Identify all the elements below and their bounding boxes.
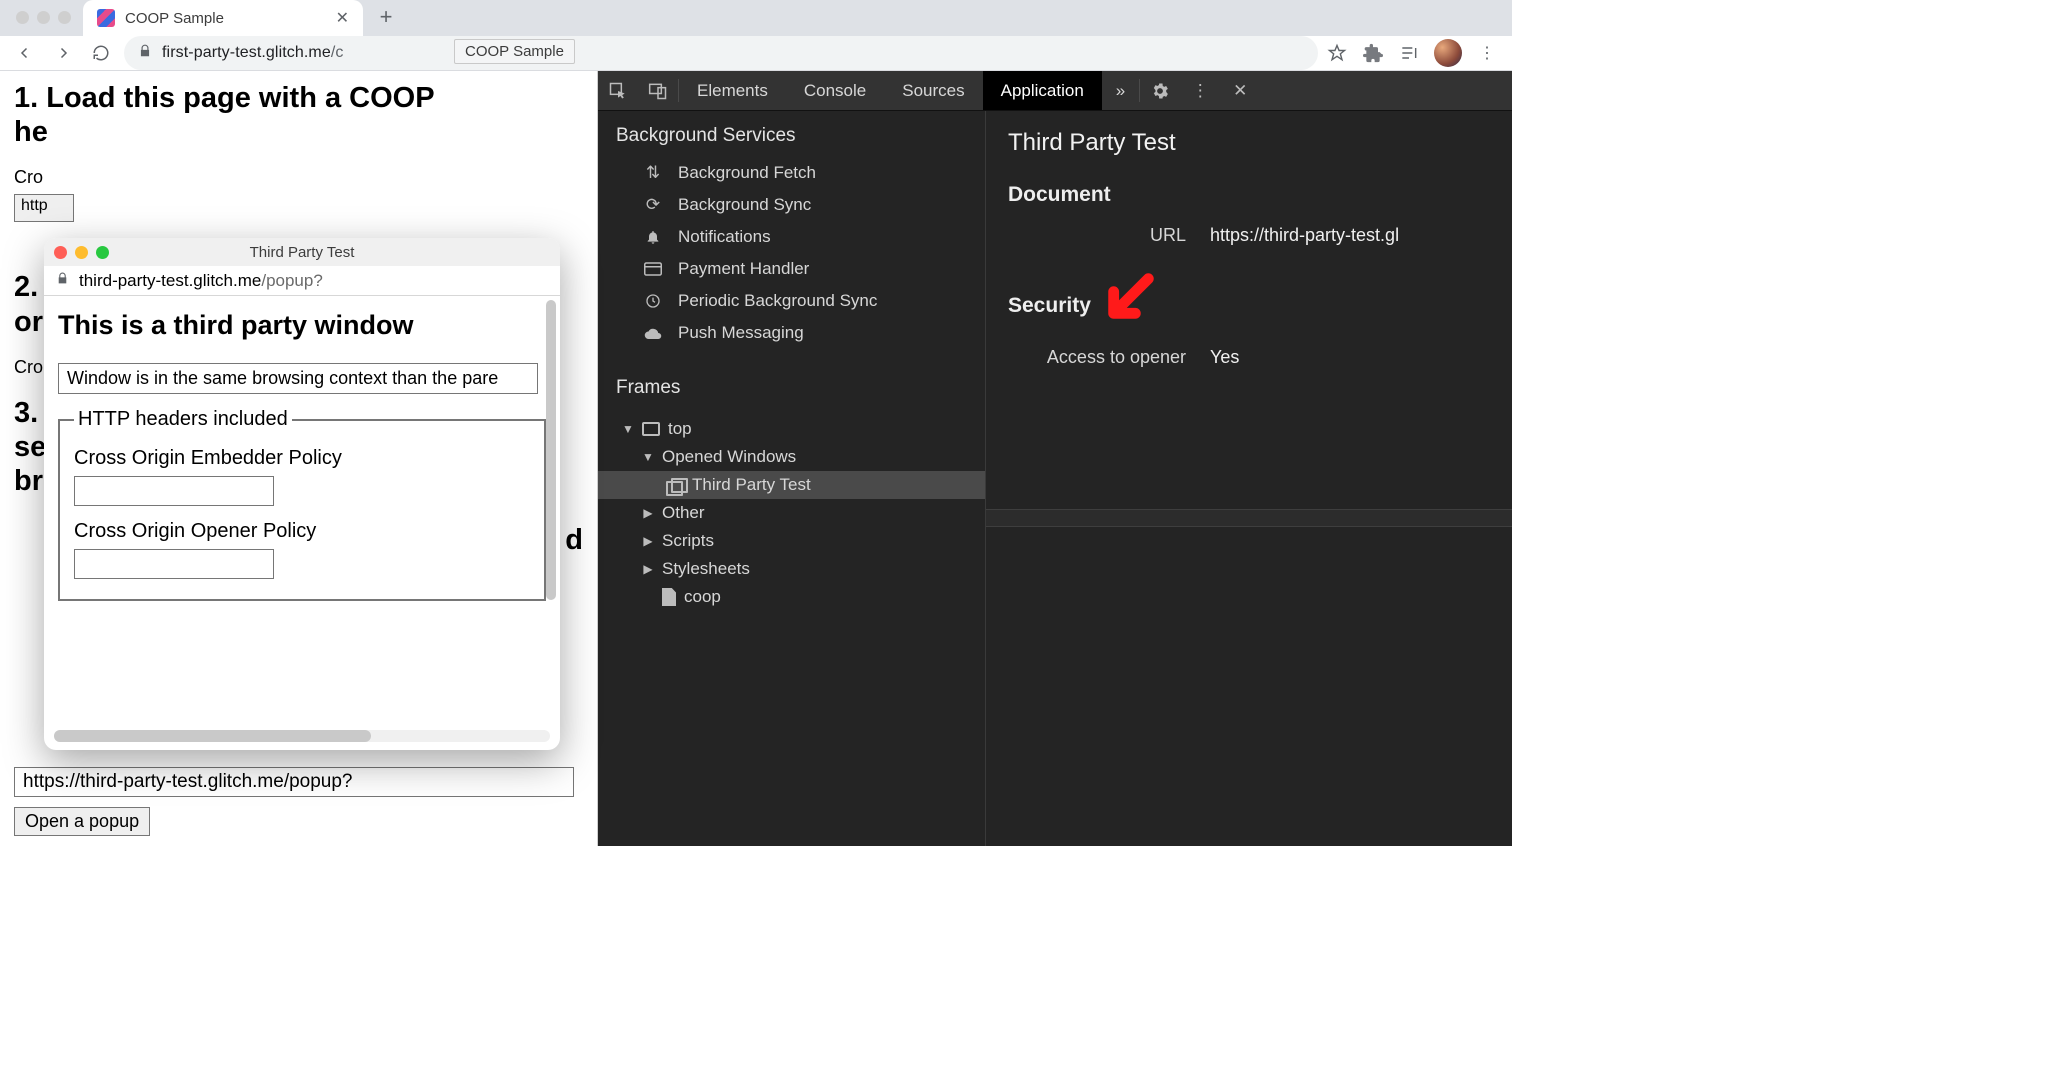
devtools-divider xyxy=(986,509,1512,527)
inspect-element-icon[interactable] xyxy=(598,71,638,110)
tab-favicon-icon xyxy=(97,9,115,27)
lock-icon xyxy=(138,43,152,64)
sidebar-item-bg-fetch[interactable]: ⇅Background Fetch xyxy=(598,157,985,189)
coep-label: Cross Origin Embedder Policy xyxy=(74,447,530,470)
popup-url: third-party-test.glitch.me/popup? xyxy=(79,271,323,291)
browser-menu-icon[interactable]: ⋮ xyxy=(1476,42,1498,64)
open-popup-button[interactable]: Open a popup xyxy=(14,807,150,836)
nav-reload-button[interactable] xyxy=(86,38,116,68)
devtools-menu-icon[interactable]: ⋮ xyxy=(1180,71,1220,110)
bg-services-heading: Background Services xyxy=(598,111,985,157)
http-field-fragment[interactable]: http xyxy=(14,194,74,222)
fieldset-legend: HTTP headers included xyxy=(74,408,292,431)
document-icon xyxy=(662,588,676,606)
popup-window: Third Party Test third-party-test.glitch… xyxy=(44,238,560,750)
browser-tab-active[interactable]: COOP Sample ✕ xyxy=(83,0,363,36)
popup-title: Third Party Test xyxy=(44,244,560,261)
annotation-arrow-icon xyxy=(1105,270,1157,333)
window-close-dot[interactable] xyxy=(16,11,29,24)
frames-heading: Frames xyxy=(598,363,985,409)
popup-address-bar[interactable]: third-party-test.glitch.me/popup? xyxy=(44,266,560,296)
browser-tabstrip: COOP Sample ✕ + xyxy=(0,0,1512,36)
url-label: URL xyxy=(1026,225,1186,246)
sidebar-item-periodic-sync[interactable]: Periodic Background Sync xyxy=(598,285,985,317)
frames-coop-doc[interactable]: coop xyxy=(598,583,985,611)
devtools-settings-icon[interactable] xyxy=(1140,71,1180,110)
popup-message-box: Window is in the same browsing context t… xyxy=(58,363,538,394)
devtools-panel: Elements Console Sources Application » ⋮… xyxy=(598,71,1512,846)
nav-back-button[interactable] xyxy=(10,38,40,68)
devtools-main: Third Party Test Document URL https://th… xyxy=(986,111,1512,846)
tab-elements[interactable]: Elements xyxy=(679,71,786,110)
tab-close-icon[interactable]: ✕ xyxy=(336,8,349,28)
frames-scripts[interactable]: ▶Scripts xyxy=(598,527,985,555)
frame-top[interactable]: ▼top xyxy=(598,415,985,443)
reading-list-icon[interactable] xyxy=(1398,42,1420,64)
new-tab-button[interactable]: + xyxy=(371,2,401,32)
devtools-sidebar: Background Services ⇅Background Fetch ⟳B… xyxy=(598,111,986,846)
coep-input[interactable] xyxy=(74,476,274,506)
device-toolbar-icon[interactable] xyxy=(638,71,678,110)
security-section-heading: Security xyxy=(1008,274,1490,337)
popup-url-input[interactable] xyxy=(14,767,574,797)
access-opener-value: Yes xyxy=(1210,347,1239,368)
frame-third-party-test[interactable]: Third Party Test xyxy=(598,471,985,499)
tab-application[interactable]: Application xyxy=(983,71,1102,110)
tab-title: COOP Sample xyxy=(125,10,224,27)
tabs-overflow-icon[interactable]: » xyxy=(1102,71,1139,110)
extensions-icon[interactable] xyxy=(1362,42,1384,64)
fetch-icon: ⇅ xyxy=(642,163,664,183)
popup-scrollbar-horizontal[interactable] xyxy=(54,730,550,742)
heading-fragment-d: d xyxy=(565,523,583,557)
coop-input[interactable] xyxy=(74,549,274,579)
http-headers-fieldset: HTTP headers included Cross Origin Embed… xyxy=(58,408,546,601)
bookmark-star-icon[interactable] xyxy=(1326,42,1348,64)
lock-icon xyxy=(56,271,69,291)
access-opener-label: Access to opener xyxy=(1026,347,1186,368)
bell-icon xyxy=(642,229,664,245)
nav-forward-button[interactable] xyxy=(48,38,78,68)
tab-sources[interactable]: Sources xyxy=(884,71,982,110)
popup-titlebar[interactable]: Third Party Test xyxy=(44,238,560,266)
frames-stylesheets[interactable]: ▶Stylesheets xyxy=(598,555,985,583)
cloud-icon xyxy=(642,326,664,340)
window-min-dot[interactable] xyxy=(37,11,50,24)
coop-label-fragment: Cro xyxy=(14,167,583,188)
card-icon xyxy=(642,262,664,276)
window-max-dot[interactable] xyxy=(58,11,71,24)
profile-avatar[interactable] xyxy=(1434,39,1462,67)
devtools-close-icon[interactable]: ✕ xyxy=(1220,71,1260,110)
tab-console[interactable]: Console xyxy=(786,71,884,110)
window-icon xyxy=(666,478,684,492)
frame-detail-title: Third Party Test xyxy=(1008,129,1490,157)
url-value: https://third-party-test.gl xyxy=(1210,225,1399,246)
frame-icon xyxy=(642,422,660,436)
devtools-tabbar: Elements Console Sources Application » ⋮… xyxy=(598,71,1512,111)
sidebar-item-notifications[interactable]: Notifications xyxy=(598,221,985,253)
url-tooltip: COOP Sample xyxy=(454,39,575,64)
sidebar-item-payment[interactable]: Payment Handler xyxy=(598,253,985,285)
window-traffic-lights xyxy=(10,11,83,36)
page-heading-1: 1. Load this page with a COOPhe xyxy=(14,81,583,149)
sidebar-item-push[interactable]: Push Messaging xyxy=(598,317,985,349)
sync-icon: ⟳ xyxy=(642,195,664,215)
popup-heading: This is a third party window xyxy=(58,310,546,341)
frames-other[interactable]: ▶Other xyxy=(598,499,985,527)
address-bar[interactable]: first-party-test.glitch.me/c COOP Sample xyxy=(124,36,1318,70)
document-section-heading: Document xyxy=(1008,183,1490,207)
browser-toolbar: first-party-test.glitch.me/c COOP Sample… xyxy=(0,36,1512,71)
clock-icon xyxy=(642,293,664,309)
url-text: first-party-test.glitch.me/c xyxy=(162,44,344,62)
coop-label: Cross Origin Opener Policy xyxy=(74,520,530,543)
opened-windows-node[interactable]: ▼Opened Windows xyxy=(598,443,985,471)
sidebar-item-bg-sync[interactable]: ⟳Background Sync xyxy=(598,189,985,221)
